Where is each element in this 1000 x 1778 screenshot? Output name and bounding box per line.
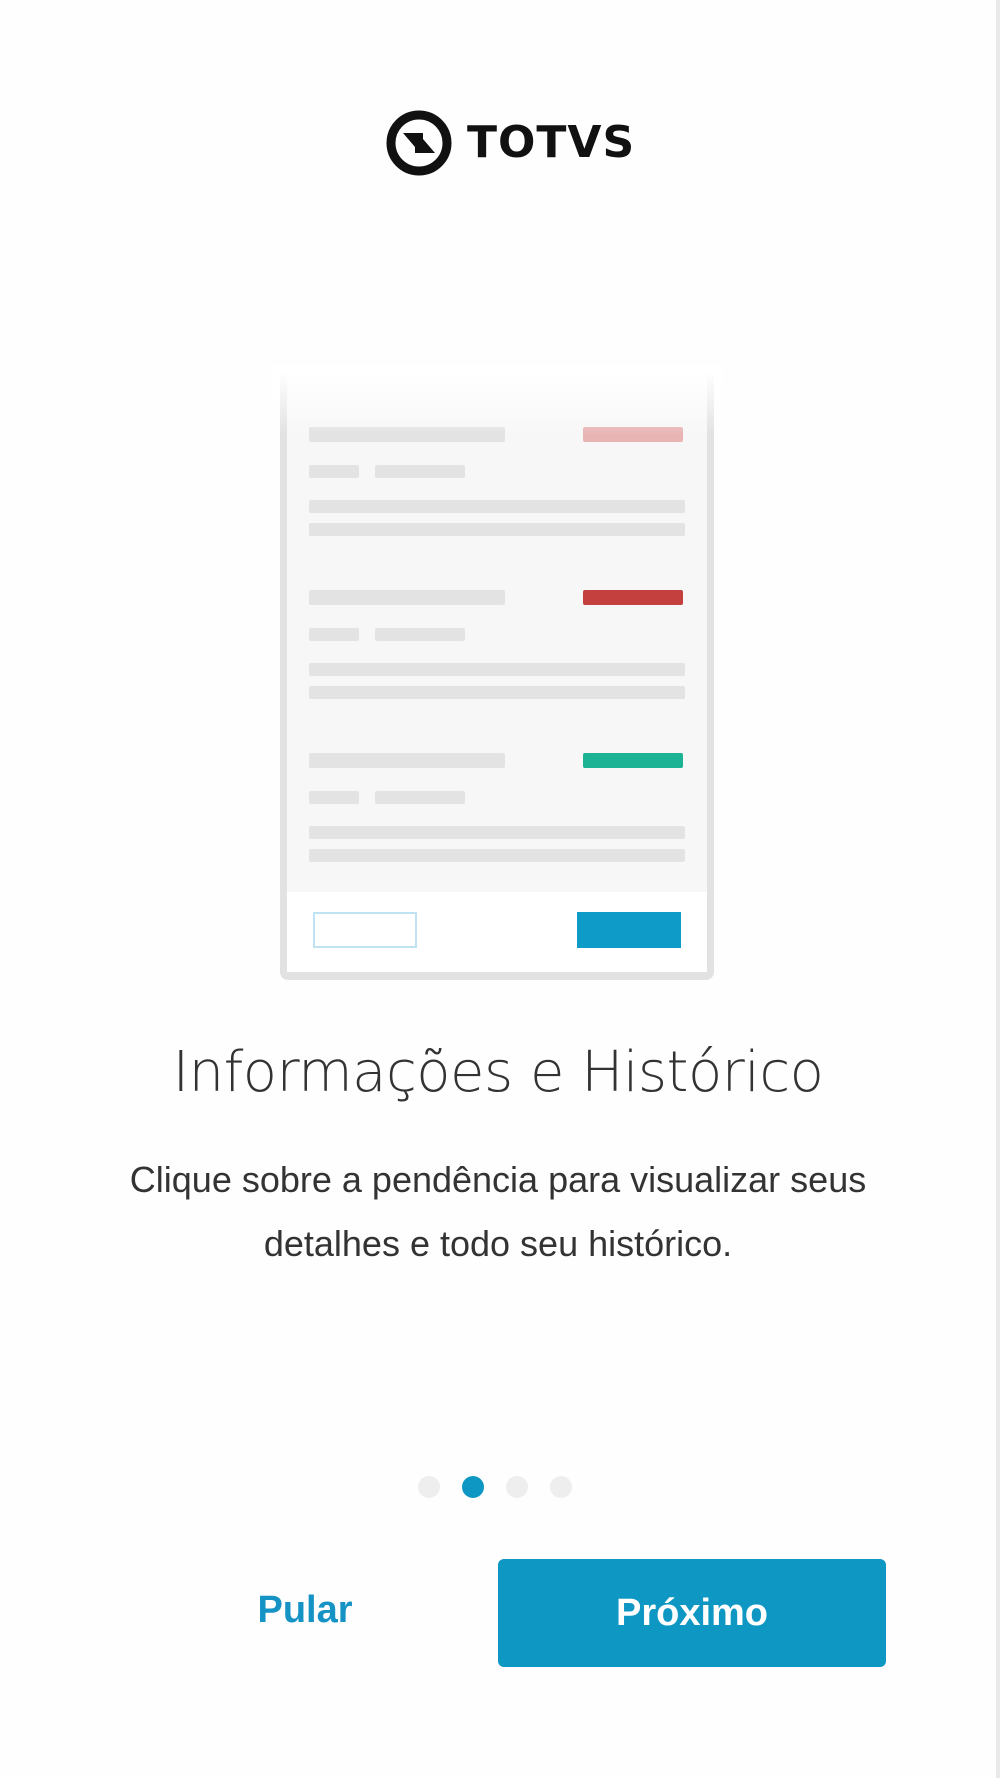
pagination-dot-4[interactable] [550, 1476, 572, 1498]
mock-meta-bar [375, 628, 465, 641]
mock-meta-bar [309, 791, 359, 804]
mock-primary-button [577, 912, 681, 948]
mock-meta-bar [375, 465, 465, 478]
mock-title-bar [309, 753, 505, 768]
mock-meta-bar [309, 465, 359, 478]
mock-fade-overlay [272, 365, 722, 435]
pagination-dot-2[interactable] [462, 1476, 484, 1498]
skip-button[interactable]: Pular [200, 1560, 410, 1660]
onboarding-screen: TOTVS Informações e Histórico Clique sob… [0, 0, 1000, 1778]
slide-description: Clique sobre a pendência para visualizar… [129, 1159, 867, 1264]
pagination-dot-3[interactable] [506, 1476, 528, 1498]
mock-footer [287, 892, 707, 972]
mock-meta-bar [375, 791, 465, 804]
mock-status-bar-rejected [583, 590, 683, 605]
mock-meta-bar [309, 628, 359, 641]
mock-title-bar [309, 590, 505, 605]
mock-text-line [309, 849, 685, 862]
mock-text-line [309, 826, 685, 839]
slide-title: Informações e Histórico [172, 1040, 824, 1105]
phone-mockup [280, 365, 714, 980]
totvs-logo-icon [386, 110, 452, 176]
scrollbar-track [996, 0, 1000, 1778]
brand-logo: TOTVS [385, 108, 635, 178]
pagination-dot-1[interactable] [418, 1476, 440, 1498]
mock-text-line [309, 663, 685, 676]
onboarding-illustration [272, 365, 722, 980]
brand-name: TOTVS [467, 117, 636, 168]
mock-status-bar-approved [583, 753, 683, 768]
next-button[interactable]: Próximo [498, 1559, 886, 1667]
mock-text-line [309, 523, 685, 536]
pagination-dots [418, 1476, 572, 1498]
mock-text-line [309, 686, 685, 699]
mock-secondary-button [313, 912, 417, 948]
mock-text-line [309, 500, 685, 513]
